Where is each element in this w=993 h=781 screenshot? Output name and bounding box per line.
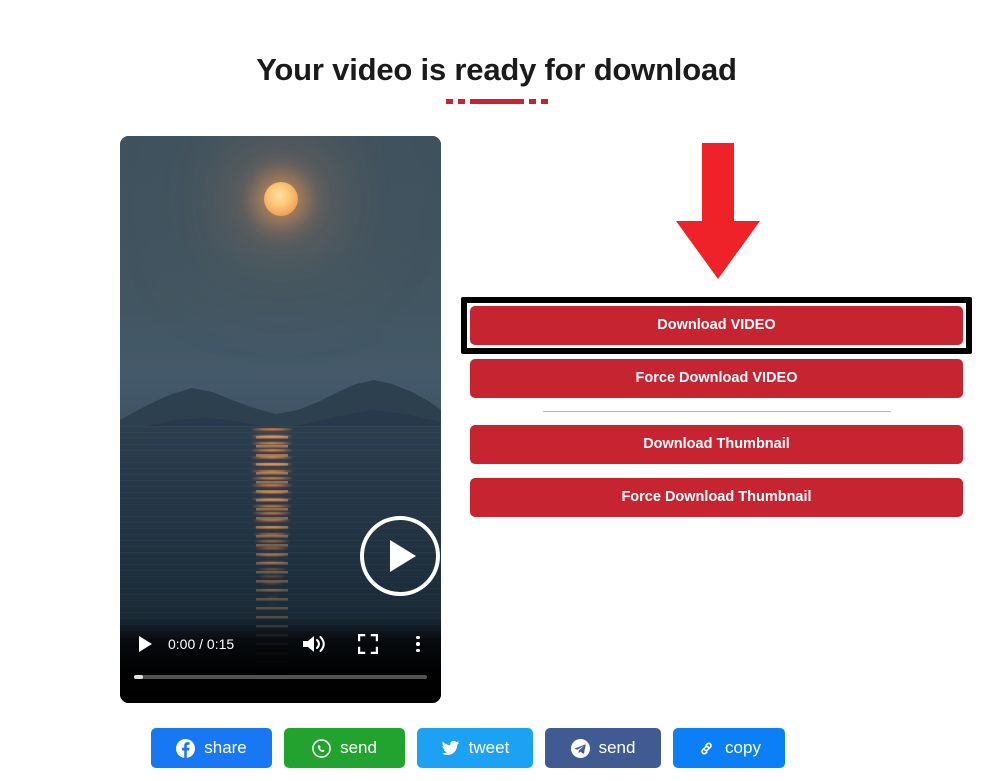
- twitter-icon: [441, 739, 460, 758]
- whatsapp-send-button[interactable]: send: [284, 728, 405, 768]
- copy-link-label: copy: [725, 738, 761, 757]
- twitter-tweet-label: tweet: [468, 738, 510, 757]
- title-divider: [0, 96, 993, 106]
- force-download-video-button[interactable]: Force Download VIDEO: [470, 359, 963, 398]
- facebook-share-button[interactable]: share: [151, 728, 272, 768]
- fullscreen-icon[interactable]: [357, 633, 379, 655]
- twitter-tweet-button[interactable]: tweet: [417, 728, 533, 768]
- video-preview[interactable]: 0:00 / 0:15: [120, 136, 441, 703]
- facebook-icon: [176, 738, 196, 758]
- play-icon[interactable]: [134, 633, 156, 655]
- divider-dot: [445, 98, 453, 104]
- play-triangle: [390, 540, 416, 572]
- play-overlay-icon[interactable]: [360, 516, 440, 596]
- divider-dot: [528, 98, 536, 104]
- page-title: Your video is ready for download: [256, 52, 737, 87]
- down-arrow-icon: [676, 143, 760, 279]
- video-time-display: 0:00 / 0:15: [168, 636, 235, 652]
- video-progress-played: [134, 675, 143, 679]
- button-group-divider: [542, 411, 891, 412]
- more-vertical-icon[interactable]: [409, 633, 427, 655]
- download-video-button[interactable]: Download VIDEO: [470, 306, 963, 345]
- force-download-thumbnail-button[interactable]: Force Download Thumbnail: [470, 478, 963, 517]
- telegram-send-label: send: [598, 738, 636, 757]
- whatsapp-send-label: send: [340, 738, 377, 757]
- button-gap: [470, 345, 963, 359]
- divider-dot: [457, 98, 465, 104]
- telegram-send-button[interactable]: send: [545, 728, 661, 768]
- download-buttons-group: Download VIDEO Force Download VIDEO Down…: [470, 306, 963, 517]
- link-icon: [697, 739, 716, 758]
- copy-link-button[interactable]: copy: [673, 728, 785, 768]
- video-controls-bar: 0:00 / 0:15: [120, 617, 441, 703]
- telegram-icon: [570, 738, 590, 758]
- whatsapp-icon: [312, 738, 331, 758]
- divider-bar: [469, 98, 524, 104]
- video-progress-bar[interactable]: [134, 675, 427, 679]
- download-thumbnail-button[interactable]: Download Thumbnail: [470, 425, 963, 464]
- volume-icon[interactable]: [301, 633, 327, 655]
- facebook-share-label: share: [204, 738, 247, 757]
- moon: [264, 182, 298, 216]
- social-share-row: share send tweet send copy: [151, 728, 785, 768]
- divider-dot: [540, 98, 548, 104]
- button-gap: [470, 464, 963, 478]
